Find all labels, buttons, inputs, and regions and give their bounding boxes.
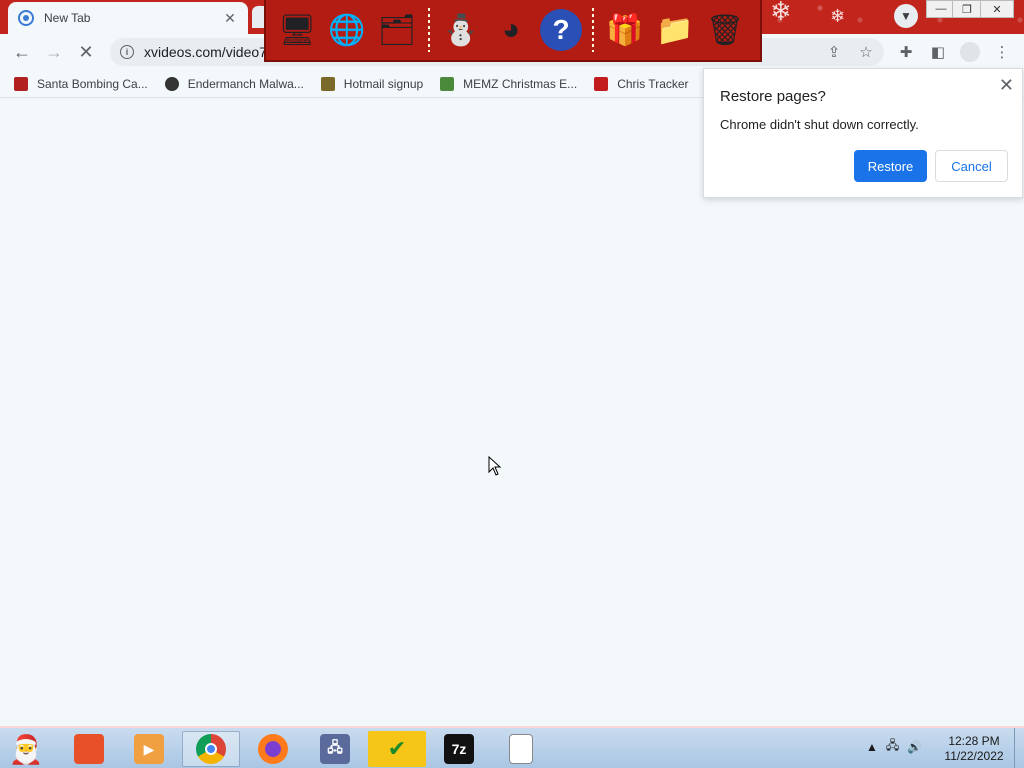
chevron-down-icon: ▼ (900, 9, 912, 23)
stop-button[interactable]: ✕ (74, 40, 98, 64)
recycle-bin-icon[interactable]: 🗑 (703, 7, 747, 53)
folder-icon[interactable]: 📁 (653, 7, 697, 53)
chrome-icon (196, 734, 226, 764)
hotmail-icon (320, 76, 335, 91)
taskbar: 🎅 ▶ 🖧 ✔ 7z ▲ 🖧 🔊 12:28 PM 11/22/2022 (0, 726, 1024, 768)
close-icon: ✕ (78, 41, 94, 62)
bookmark-label: Hotmail signup (343, 76, 424, 91)
media-player-icon: ▶ (134, 734, 164, 764)
maximize-button[interactable]: ❐ (952, 0, 982, 18)
computer-santa-hat-icon[interactable]: 🖥 (275, 7, 319, 53)
show-desktop-button[interactable] (1014, 728, 1024, 768)
gift-icon[interactable]: 🎁 (603, 7, 647, 53)
separator (428, 8, 430, 52)
bookmark-item[interactable]: Chris Tracker (594, 76, 689, 91)
clock-time: 12:28 PM (948, 734, 1000, 748)
tab-new-tab[interactable]: New Tab ✕ (8, 2, 248, 34)
profile-avatar-icon[interactable] (960, 42, 980, 62)
tab-search-button[interactable]: ▼ (894, 4, 918, 28)
close-icon[interactable]: ✕ (999, 75, 1014, 96)
system-tray: ▲ 🖧 🔊 (866, 736, 922, 757)
panda-icon (164, 76, 179, 91)
mouse-cursor-icon (488, 456, 502, 476)
back-button[interactable]: ← (10, 40, 34, 64)
taskbar-network-app[interactable]: 🖧 (306, 731, 364, 767)
network-icon[interactable]: 🖧 (886, 736, 899, 757)
side-panel-icon[interactable]: ◧ (928, 42, 948, 62)
bookmark-item[interactable]: Santa Bombing Ca... (14, 76, 148, 91)
url-text[interactable]: xvideos.com/video7 (144, 44, 267, 60)
close-icon: ✕ (992, 3, 1002, 16)
document-icon (509, 734, 533, 764)
computer-network-icon: 🖧 (320, 734, 350, 764)
folder-icon (74, 734, 104, 764)
show-hidden-icons-chevron-up-icon[interactable]: ▲ (866, 740, 878, 754)
dialog-title: Restore pages? (720, 88, 826, 105)
taskbar-media-player[interactable]: ▶ (120, 731, 178, 767)
control-panel-icon[interactable]: 🗂 (375, 7, 419, 53)
bookmark-label: Chris Tracker (617, 76, 689, 91)
bookmark-label: MEMZ Christmas E... (463, 76, 578, 91)
taskbar-file-explorer[interactable] (60, 731, 118, 767)
close-window-button[interactable]: ✕ (980, 0, 1014, 18)
forward-button[interactable]: → (42, 40, 66, 64)
bookmark-label: Endermanch Malwa... (187, 76, 304, 91)
snowman-icon[interactable]: ⛄ (439, 7, 483, 53)
help-icon[interactable]: ? (539, 7, 583, 53)
santa-icon (14, 76, 28, 91)
bookmark-item[interactable]: Endermanch Malwa... (164, 76, 304, 91)
restore-pages-dialog: Restore pages? Chrome didn't shut down c… (703, 68, 1023, 198)
tab-title: New Tab (44, 11, 91, 25)
info-icon[interactable]: i (120, 45, 134, 59)
taskbar-document-app[interactable] (492, 731, 550, 767)
start-button-santa-icon[interactable]: 🎅 (4, 730, 48, 768)
volume-icon[interactable]: 🔊 (907, 740, 922, 754)
clock-date: 11/22/2022 (944, 749, 1004, 763)
taskbar-firefox[interactable] (244, 731, 302, 767)
taskbar-chrome[interactable] (182, 731, 240, 767)
share-icon[interactable]: ⇪ (824, 42, 844, 62)
tab-favicon-icon (18, 10, 34, 26)
bookmark-label: Santa Bombing Ca... (37, 76, 148, 91)
minimize-icon: — (935, 3, 947, 15)
christmas-overlay-toolbar: 🖥 🌐 🗂 ⛄ ◕ ? 🎁 📁 🗑 (264, 0, 762, 62)
arrow-right-icon: → (45, 41, 63, 62)
taskbar-clock[interactable]: 12:28 PM 11/22/2022 (936, 734, 1012, 764)
cancel-button[interactable]: Cancel (935, 150, 1008, 182)
firefox-icon (258, 734, 288, 764)
bookmark-item[interactable]: Hotmail signup (320, 76, 424, 91)
bookmark-star-icon[interactable]: ☆ (856, 42, 876, 62)
globe-icon[interactable]: 🌐 (325, 7, 369, 53)
separator (592, 8, 594, 52)
arrow-left-icon: ← (13, 41, 31, 62)
snowflake-decoration: ❄ (830, 6, 846, 26)
taskbar-7zip[interactable]: 7z (430, 731, 488, 767)
bookmark-item[interactable]: MEMZ Christmas E... (440, 76, 578, 91)
checkmark-icon: ✔ (387, 736, 407, 761)
taskbar-checker-app[interactable]: ✔ (368, 731, 426, 767)
menu-icon[interactable]: ⋮ (992, 42, 1012, 62)
restore-window-icon: ❐ (962, 3, 972, 16)
dialog-message: Chrome didn't shut down correctly. (720, 117, 919, 132)
restore-button[interactable]: Restore (854, 150, 927, 182)
tab-close-icon[interactable]: ✕ (222, 10, 238, 27)
memz-icon (440, 76, 455, 91)
tracker-icon (594, 76, 609, 91)
extensions-icon[interactable]: ✚ (896, 42, 916, 62)
snowflake-decoration: ❄ (770, 0, 792, 26)
windows-orb-icon[interactable]: ◕ (489, 7, 533, 53)
7zip-icon: 7z (444, 734, 474, 764)
